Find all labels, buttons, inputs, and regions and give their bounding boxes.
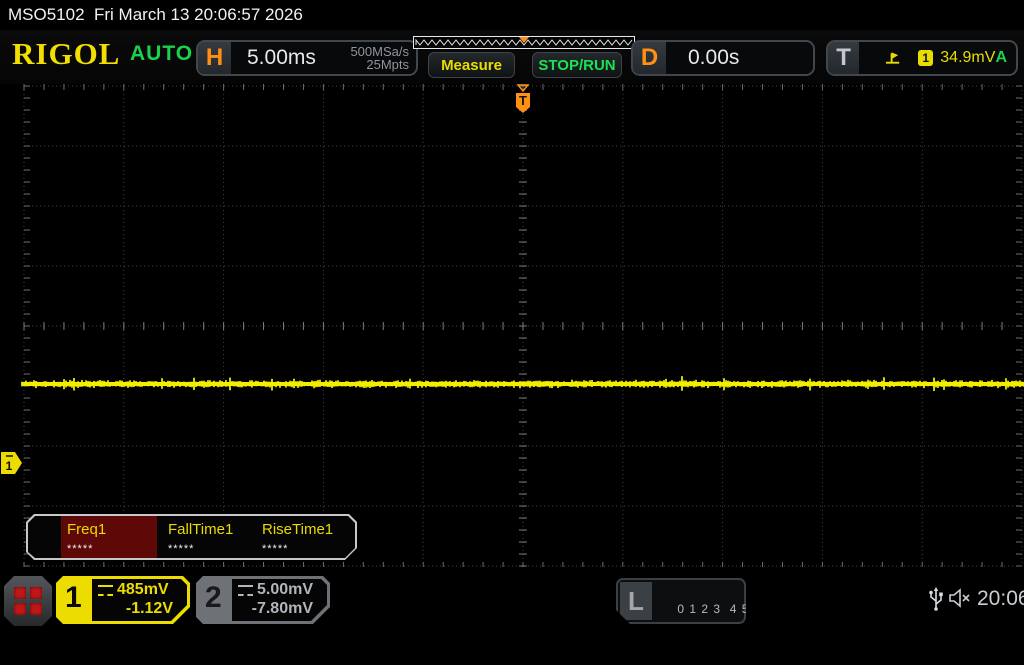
dc-coupling-icon — [238, 585, 253, 596]
trigger-panel[interactable]: T 1 34.9mV A — [826, 40, 1018, 76]
channel1-number: 1 — [65, 581, 82, 615]
timebase-value: 5.00ms — [247, 46, 316, 70]
horizontal-panel[interactable]: H 5.00ms 500MSa/s 25Mpts — [196, 40, 418, 76]
measurement-item-risetime1[interactable]: RiseTime1 ***** — [251, 516, 351, 558]
channel1-offset: -1.12V — [126, 600, 173, 618]
stop-run-button-label: STOP/RUN — [538, 57, 615, 74]
channel2-number: 2 — [205, 581, 222, 615]
waveform-preview-strip[interactable] — [413, 36, 635, 49]
channel2-scale: 5.00mV — [257, 581, 313, 599]
logic-label: L — [620, 582, 652, 620]
measurement-item-freq1[interactable]: Freq1 ***** — [61, 516, 157, 558]
measurement-value: ***** — [67, 543, 157, 555]
channel2-offset: -7.80mV — [252, 600, 313, 618]
memory-depth: 25Mpts — [366, 57, 409, 72]
header-bar: RIGOL AUTO H 5.00ms 500MSa/s 25Mpts Meas… — [0, 30, 1024, 84]
measure-button[interactable]: Measure — [428, 52, 515, 78]
trigger-sweep-mode: A — [995, 49, 1007, 67]
logic-row1: 0 1 2 3 4 5 6 7 — [677, 602, 773, 616]
acquisition-mode-label: AUTO — [130, 42, 193, 66]
model-name: MSO5102 — [8, 5, 85, 24]
measurement-value: ***** — [262, 543, 351, 555]
logic-row2: 8 9 10 11 12 13 14 15 — [677, 634, 814, 648]
measurement-label: FallTime1 — [168, 521, 251, 538]
channel1-scale: 485mV — [117, 581, 169, 599]
rising-edge-trigger-icon — [885, 50, 902, 66]
measurement-value: ***** — [168, 543, 251, 555]
trigger-tab-label: T — [828, 42, 859, 74]
horizontal-tab-label: H — [198, 42, 231, 74]
delay-value: 0.00s — [688, 46, 739, 70]
stop-run-button[interactable]: STOP/RUN — [532, 52, 622, 78]
channel1-badge[interactable]: 1 485mV -1.12V — [56, 576, 190, 624]
usb-icon — [928, 585, 944, 611]
measurement-item-falltime1[interactable]: FallTime1 ***** — [157, 516, 251, 558]
measurement-label: RiseTime1 — [262, 521, 351, 538]
preview-zigzag-icon — [414, 37, 634, 48]
waveform-display-area[interactable]: T1 — [0, 84, 1024, 568]
svg-text:T: T — [519, 93, 527, 108]
trigger-source-badge: 1 — [918, 50, 933, 66]
measure-button-label: Measure — [441, 57, 502, 74]
datetime-text: Fri March 13 20:06:57 2026 — [94, 5, 303, 24]
measurement-results-panel[interactable]: Freq1 ***** FallTime1 ***** RiseTime1 **… — [26, 514, 357, 560]
delay-tab-label: D — [633, 42, 666, 74]
dc-coupling-icon — [98, 585, 113, 596]
rigol-logo: RIGOL — [12, 36, 120, 72]
channel1-position-marker[interactable]: 1 — [1, 452, 22, 474]
measurement-label: Freq1 — [67, 521, 157, 538]
red-squares-icon — [14, 587, 42, 615]
speaker-muted-icon[interactable] — [948, 588, 974, 608]
windows-layout-button[interactable] — [4, 576, 52, 626]
clock-text: 20:06 — [977, 587, 1024, 611]
channel2-badge[interactable]: 2 5.00mV -7.80mV — [196, 576, 330, 624]
delay-panel[interactable]: D 0.00s — [631, 40, 815, 76]
logic-channels-badge[interactable]: L 0 1 2 3 4 5 6 7 8 9 10 11 12 13 14 15 — [616, 578, 746, 624]
svg-text:1: 1 — [6, 459, 13, 473]
top-status-bar: MSO5102 Fri March 13 20:06:57 2026 — [0, 0, 1024, 30]
trigger-level-value: 34.9mV — [940, 49, 995, 67]
